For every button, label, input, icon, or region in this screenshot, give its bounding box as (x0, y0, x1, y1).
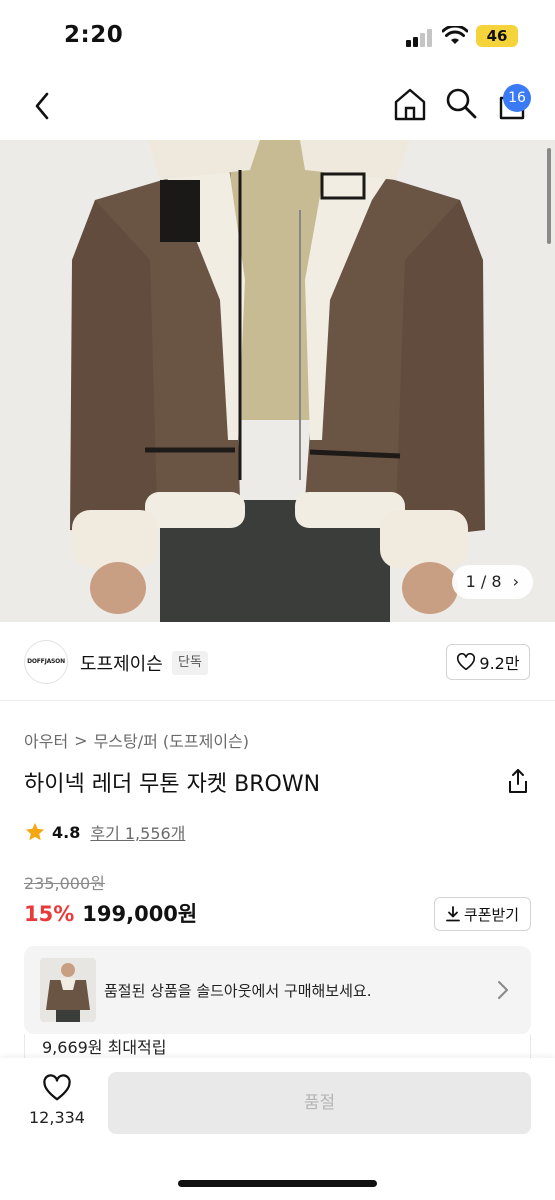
banner-product-thumbnail (40, 958, 96, 1022)
review-count-link[interactable]: 후기 1,556개 (90, 820, 185, 844)
price-row: 15% 199,000원 (24, 898, 197, 928)
top-nav (0, 72, 555, 140)
breadcrumb-outer[interactable]: 아우터 (24, 728, 68, 752)
jacket-photo (0, 140, 555, 622)
soldout-marketplace-banner[interactable]: 품절된 상품을 솔드아웃에서 구매해보세요. (24, 946, 531, 1034)
brand-name[interactable]: 도프제이슨 (80, 650, 163, 676)
search-icon[interactable] (444, 86, 478, 120)
image-counter-text: 1 / 8 (465, 572, 502, 591)
brand-like-count: 9.2만 (479, 654, 520, 673)
status-bar: 2:20 46 (0, 0, 555, 72)
chevron-right-icon (498, 981, 508, 999)
product-image[interactable] (0, 140, 555, 622)
wifi-icon (442, 26, 468, 44)
star-icon (25, 822, 45, 841)
coupon-button[interactable]: 쿠폰받기 (434, 897, 531, 931)
battery-indicator: 46 (476, 25, 518, 47)
brand-row: DOFFJASON 도프제이슨 단독 9.2만 (0, 634, 555, 696)
signal-icon (406, 29, 434, 47)
wishlist-count: 12,334 (29, 1108, 85, 1127)
coupon-label: 쿠폰받기 (463, 905, 520, 924)
rating-value: 4.8 (52, 822, 81, 842)
page-scrollbar[interactable] (547, 148, 551, 244)
home-indicator (178, 1180, 377, 1187)
section-divider (0, 700, 555, 701)
banner-text: 품절된 상품을 솔드아웃에서 구매해보세요. (104, 982, 372, 1000)
breadcrumb-category[interactable]: 무스탕/퍼 (도프제이슨) (94, 728, 249, 752)
home-icon[interactable] (392, 86, 428, 122)
image-counter[interactable]: 1 / 8 › (451, 565, 533, 599)
bottom-action-bar: 품절 (0, 1058, 555, 1200)
sale-price: 199,000원 (82, 902, 198, 926)
heart-icon (43, 1074, 71, 1101)
download-icon (445, 906, 460, 922)
exclusive-badge: 단독 (172, 651, 208, 675)
heart-icon (457, 653, 476, 671)
brand-logo[interactable]: DOFFJASON (24, 640, 68, 684)
status-time: 2:20 (64, 22, 124, 48)
back-button[interactable] (26, 88, 58, 124)
soldout-buy-button[interactable]: 품절 (108, 1072, 531, 1134)
points-panel: 9,669원 최대적립 (24, 1034, 531, 1060)
product-title: 하이넥 레더 무톤 자켓 BROWN (24, 772, 321, 797)
back-chevron-icon (35, 92, 49, 120)
rating-row: 4.8 후기 1,556개 (24, 820, 185, 844)
original-price: 235,000원 (24, 874, 105, 893)
discount-rate: 15% (24, 902, 75, 926)
brand-like-button[interactable]: 9.2만 (446, 644, 530, 680)
chevron-right-icon: › (512, 572, 519, 591)
cart-count-badge: 16 (503, 84, 531, 112)
max-points-text: 9,669원 최대적립 (42, 1038, 167, 1057)
breadcrumb-separator: > (74, 730, 88, 750)
breadcrumb: 아우터 > 무스탕/퍼 (도프제이슨) (24, 728, 249, 752)
share-icon[interactable] (506, 768, 530, 794)
